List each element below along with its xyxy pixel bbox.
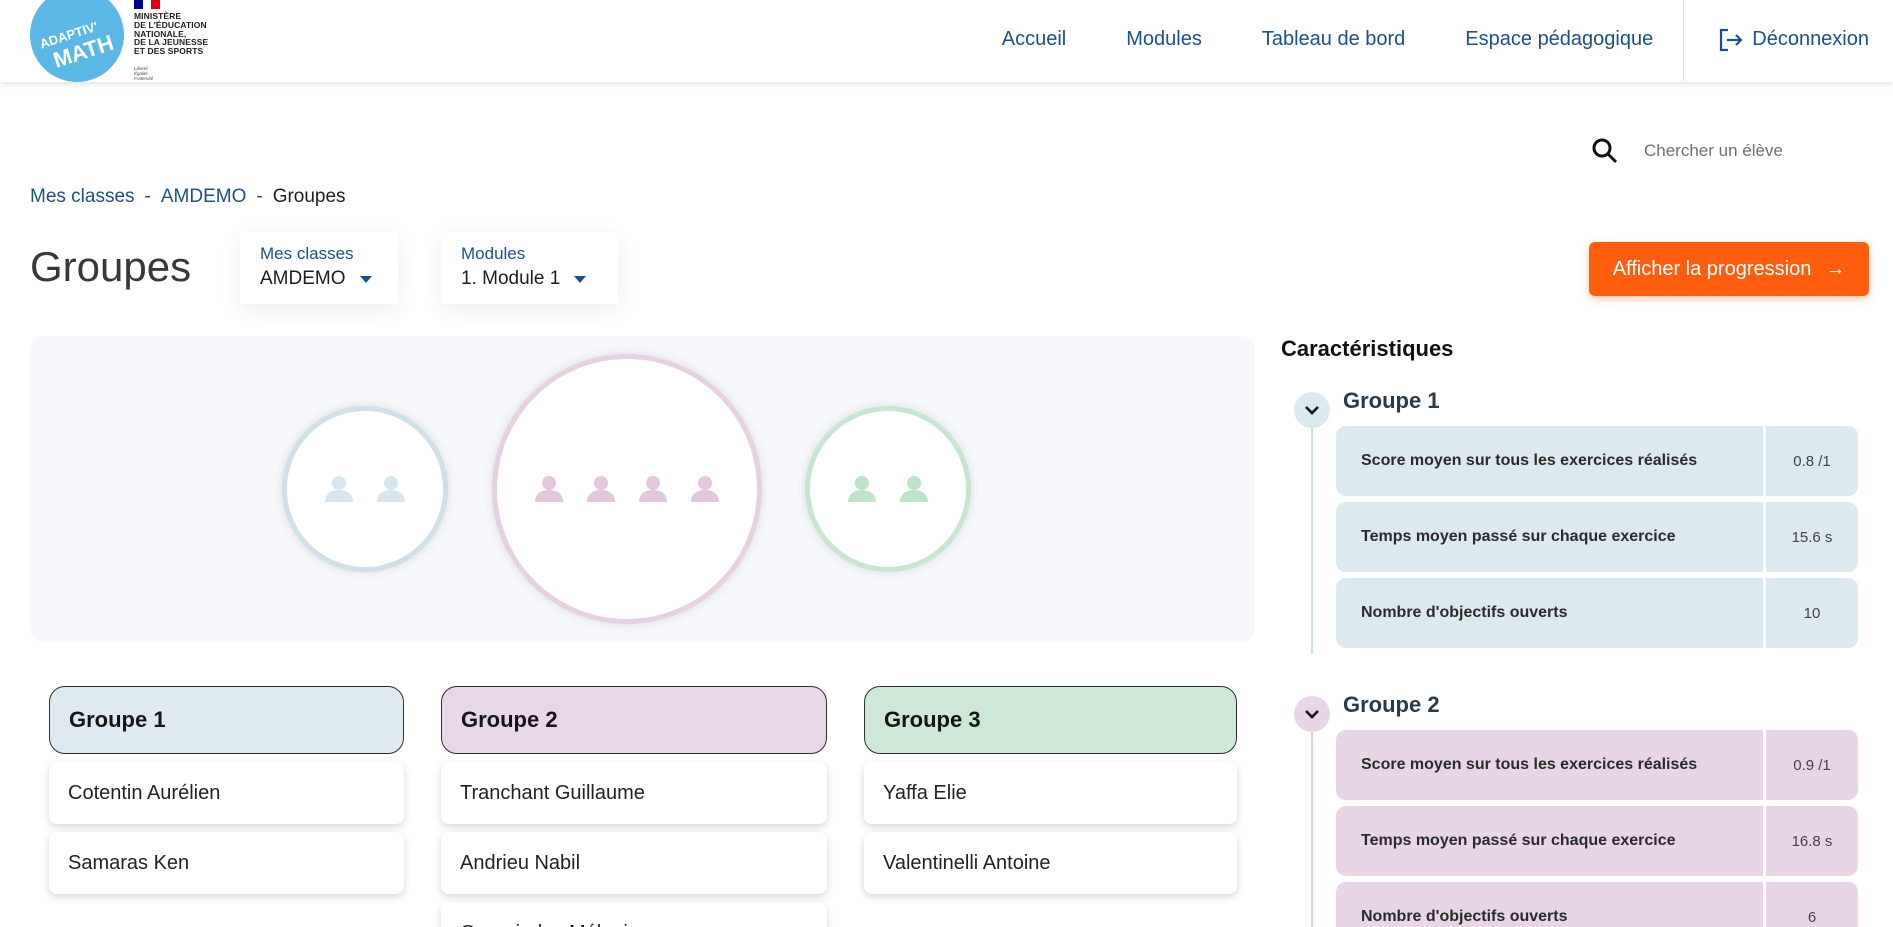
student-icon [691,476,719,502]
stat-row-objectives: Nombre d'objectifs ouverts 10 [1336,578,1858,648]
top-header: ADAPTIV' MATH MINISTÈRE DE L'ÉDUCATION N… [0,0,1893,82]
student-icon [535,476,563,502]
group-3-column: Groupe 3 Yaffa Elie Valentinelli Antoine [864,686,1237,894]
nav-item-modules[interactable]: Modules [1126,28,1202,51]
stat-value: 15.6 s [1791,528,1833,546]
collapse-group-2-button[interactable] [1294,696,1330,732]
characteristics-group-title: Groupe 1 [1343,388,1440,413]
arrow-right-icon: → [1825,257,1846,280]
group-2-column: Groupe 2 Tranchant Guillaume Andrieu Nab… [441,686,827,927]
stat-row-time: Temps moyen passé sur chaque exercice 15.… [1336,502,1858,572]
student-icon [587,476,615,502]
nav-item-tableau-de-bord[interactable]: Tableau de bord [1262,28,1405,51]
timeline-line [1311,732,1313,927]
breadcrumb-mes-classes[interactable]: Mes classes [30,186,135,208]
characteristics-group-1: Groupe 1 Score moyen sur tous les exerci… [1281,388,1861,662]
ministry-name: MINISTÈRE DE L'ÉDUCATION NATIONALE, DE L… [134,11,209,57]
module-select-value: 1. Module 1 [461,268,598,290]
logout-label: Déconnexion [1752,28,1869,50]
nav-item-espace-pedagogique[interactable]: Espace pédagogique [1465,28,1653,51]
group-2-bubble[interactable] [492,354,762,624]
class-select-value: AMDEMO [260,268,378,290]
nav-item-accueil[interactable]: Accueil [1002,28,1066,51]
breadcrumb-class[interactable]: AMDEMO [161,186,247,208]
ministry-motto: Liberté Égalité Fraternité [134,66,154,81]
stat-row-time: Temps moyen passé sur chaque exercice 16.… [1336,806,1858,876]
search-input[interactable] [1644,141,1844,161]
breadcrumb-separator: - [144,186,151,207]
characteristics-group-title: Groupe 2 [1343,696,1440,717]
group-3-header: Groupe 3 [864,686,1237,754]
student-card[interactable]: Cotentin Aurélien [49,762,404,824]
group-2-header: Groupe 2 [441,686,827,754]
timeline-line [1311,428,1313,654]
stat-row-score: Score moyen sur tous les exercices réali… [1336,426,1858,496]
caret-down-icon [574,275,587,283]
stat-row-score: Score moyen sur tous les exercices réali… [1336,730,1858,800]
class-select-label: Mes classes [260,244,354,263]
group-1-header: Groupe 1 [49,686,404,754]
student-icon [325,476,353,502]
group-1-column: Groupe 1 Cotentin Aurélien Samaras Ken [49,686,404,894]
chevron-down-icon [1305,710,1319,719]
student-card[interactable]: Andrieu Nabil [441,832,827,894]
chevron-down-icon [1305,406,1319,415]
show-progression-button[interactable]: Afficher la progression → [1589,242,1869,296]
logout-button[interactable]: Déconnexion [1716,26,1869,54]
main-nav: Accueil Modules Tableau de bord Espace p… [1002,0,1893,81]
student-card[interactable]: Georgiades Mélanie [441,902,827,927]
class-select[interactable]: Mes classes AMDEMO [240,232,398,304]
nav-divider [1683,0,1685,81]
group-3-bubble[interactable] [805,406,971,572]
stat-value: 6 [1807,908,1817,926]
french-flag-icon [134,0,161,9]
logout-icon [1720,28,1743,51]
student-card[interactable]: Tranchant Guillaume [441,762,827,824]
search-icon[interactable] [1590,136,1620,166]
stat-value: 16.8 s [1791,832,1833,850]
student-icon [848,476,876,502]
ministry-block: MINISTÈRE DE L'ÉDUCATION NATIONALE, DE L… [134,0,244,82]
breadcrumb-separator: - [256,186,263,207]
module-select-label: Modules [461,244,526,263]
characteristics-group-2: Groupe 2 Score moyen sur tous les exerci… [1281,696,1861,927]
adaptiv-math-logo[interactable]: ADAPTIV' MATH [29,0,125,83]
collapse-group-1-button[interactable] [1294,392,1330,428]
group-1-bubble[interactable] [282,406,448,572]
caret-down-icon [359,275,372,283]
student-icon [900,476,928,502]
student-search [1590,136,1844,166]
student-card[interactable]: Yaffa Elie [864,762,1237,824]
stat-row-objectives: Nombre d'objectifs ouverts 6 [1336,882,1858,927]
module-select[interactable]: Modules 1. Module 1 [441,232,618,304]
student-card[interactable]: Samaras Ken [49,832,404,894]
stat-value: 0.9 /1 [1793,756,1831,774]
show-progression-label: Afficher la progression [1612,257,1812,280]
student-card[interactable]: Valentinelli Antoine [864,832,1237,894]
groups-bubble-chart [30,336,1255,642]
breadcrumb-current: Groupes [272,186,346,207]
student-icon [639,476,667,502]
characteristics-title: Caractéristiques [1281,336,1454,361]
stat-value: 0.8 /1 [1793,452,1831,470]
breadcrumb: Mes classes - AMDEMO - Groupes [30,186,346,208]
stat-value: 10 [1803,604,1821,622]
page-title: Groupes [30,243,192,290]
student-icon [377,476,405,502]
